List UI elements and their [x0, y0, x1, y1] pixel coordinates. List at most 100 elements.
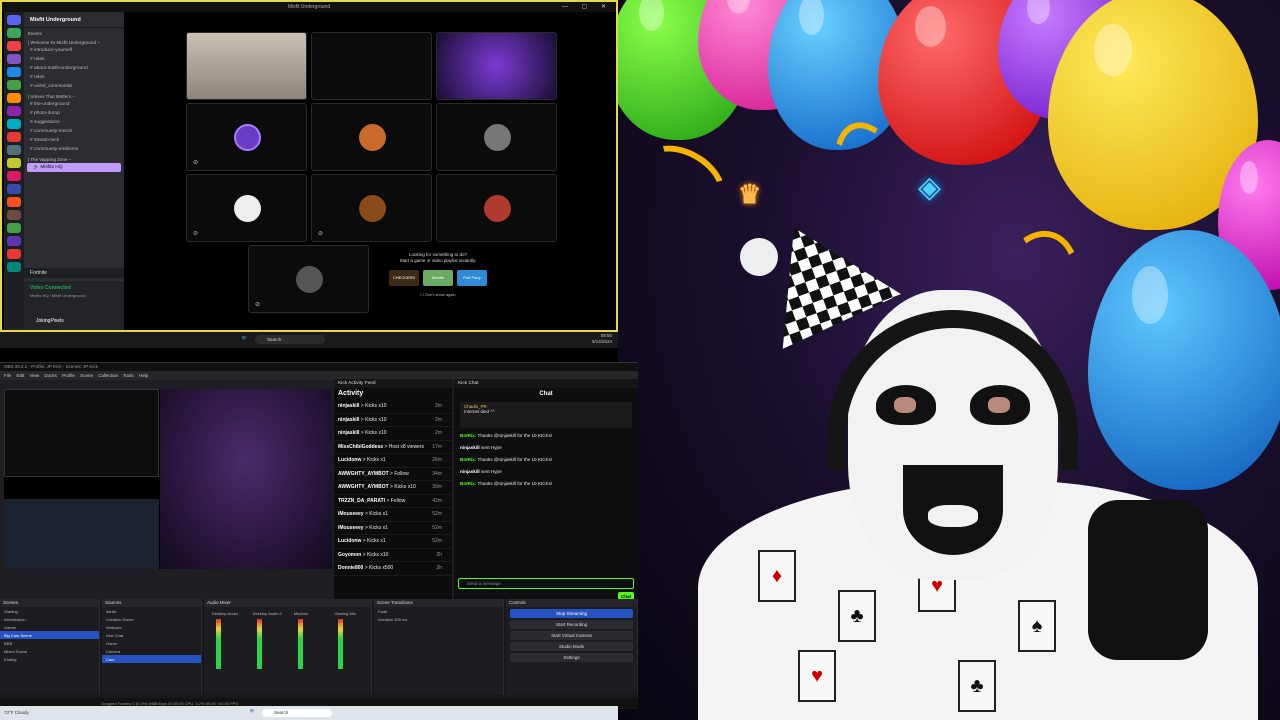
source-item[interactable]: Game — [102, 639, 201, 647]
video-tile[interactable] — [186, 32, 307, 100]
activity-row[interactable]: TRZZN_DA_PARATI > Follow 42m — [334, 495, 452, 508]
stop-streaming-button[interactable]: Stop Streaming — [510, 609, 633, 618]
activity-row[interactable]: iMouseeey > Kicks x1 52m — [334, 508, 452, 522]
source-item[interactable]: Creation Scene — [102, 615, 201, 623]
video-tile[interactable]: ⊘ — [311, 174, 432, 242]
start-recording-button[interactable]: Start Recording — [510, 620, 633, 629]
channel-item[interactable]: # stream-tech — [24, 136, 124, 145]
virtual-camera-button[interactable]: Start Virtual Camera — [510, 631, 633, 640]
activity-row[interactable]: iMouseeey > Kicks x1 52m — [334, 522, 452, 535]
server-icon[interactable] — [7, 106, 21, 116]
scene-item[interactable]: Starting — [0, 607, 99, 615]
settings-button[interactable]: Settings — [510, 653, 633, 662]
video-tile[interactable]: ⊘ — [186, 174, 307, 242]
channel-item[interactable]: # the-underground — [24, 100, 124, 109]
voice-channel-selected[interactable]: 🔊 Misfits HQ — [27, 163, 121, 172]
server-icon[interactable] — [7, 223, 21, 233]
video-tile[interactable]: ⊘ — [248, 245, 369, 313]
source-item[interactable]: Camera — [102, 647, 201, 655]
source-item-selected[interactable]: Cam — [102, 655, 201, 663]
mixer-channel[interactable]: Desktop Audio — [208, 609, 245, 671]
server-icon[interactable] — [7, 28, 21, 38]
scene-item[interactable]: Intermission — [0, 615, 99, 623]
discord-home-icon[interactable] — [7, 15, 21, 25]
channel-item[interactable]: # suggestions — [24, 118, 124, 127]
channel-item[interactable]: # unitol_communitis — [24, 82, 124, 91]
server-name[interactable]: Misfit Underground — [24, 12, 124, 28]
video-tile[interactable] — [311, 103, 432, 171]
category-events[interactable]: Events — [24, 28, 124, 37]
category-welcome[interactable]: | Welcome To Misfit Underground ~ — [24, 37, 124, 46]
mixer-channel[interactable]: Gaming Mic — [330, 609, 367, 671]
server-icon[interactable] — [7, 54, 21, 64]
server-icon[interactable] — [7, 262, 21, 272]
channel-item[interactable]: # rules — [24, 55, 124, 64]
source-item[interactable]: Alerts — [102, 607, 201, 615]
activity-row[interactable]: AWWGHTY_AYMBOT > Kicks x10 39m — [334, 481, 452, 495]
video-tile[interactable] — [436, 103, 557, 171]
activity-row[interactable]: ninjaskill > Kicks x10 2m — [334, 414, 452, 427]
taskbar-search[interactable]: Search — [262, 709, 332, 717]
server-icon[interactable] — [7, 158, 21, 168]
studio-mode-button[interactable]: Studio Mode — [510, 642, 633, 651]
fortnite-activity[interactable]: Fortnite — [24, 268, 124, 278]
activity-row[interactable]: Lucidonw > Kicks x1 26m — [334, 454, 452, 468]
activity-row[interactable]: ninjaskill > Kicks x10 2m — [334, 427, 452, 441]
user-panel[interactable]: JokingPixels — [24, 316, 124, 330]
dont-show-checkbox[interactable]: ☐ Don't show again — [378, 292, 498, 297]
channel-item[interactable]: # photo-dump — [24, 109, 124, 118]
scene-item[interactable]: Ending — [0, 655, 99, 663]
channel-item[interactable]: # community-merch — [24, 127, 124, 136]
channel-item[interactable]: # roles — [24, 73, 124, 82]
taskbar-search[interactable]: Search — [255, 335, 325, 344]
game-thumb[interactable]: Putt Party — [457, 270, 487, 286]
video-tile[interactable]: ⊘ — [186, 103, 307, 171]
activity-row[interactable]: Lucidonw > Kicks x1 52m — [334, 535, 452, 549]
server-icon[interactable] — [7, 119, 21, 129]
source-item[interactable]: Kick Chat — [102, 631, 201, 639]
category-matters[interactable]: | Unless That Matters ~ — [24, 91, 124, 100]
duration-field[interactable]: Duration 300 ms — [374, 615, 503, 623]
transition-select[interactable]: Fade — [374, 607, 503, 615]
scene-item-selected[interactable]: Big Cam Scene — [0, 631, 99, 639]
server-icon[interactable] — [7, 236, 21, 246]
video-tile[interactable] — [436, 174, 557, 242]
activity-row[interactable]: Donnie800 > Kicks x500 2h — [334, 562, 452, 576]
server-icon[interactable] — [7, 145, 21, 155]
activity-row[interactable]: ninjaskill > Kicks x10 2m — [334, 400, 452, 414]
server-icon[interactable] — [7, 197, 21, 207]
game-thumb[interactable]: CHECKERS — [389, 270, 419, 286]
channel-item[interactable]: # about-misfit-underground — [24, 64, 124, 73]
mixer-channel[interactable]: Mic/Aux — [290, 609, 327, 671]
server-icon[interactable] — [7, 93, 21, 103]
activity-row[interactable]: Goyomon > Kicks x10 2h — [334, 549, 452, 562]
server-icon[interactable] — [7, 171, 21, 181]
activity-row[interactable]: MissChibiGoddess > Host x8 viewers 17m — [334, 441, 452, 454]
scene-item[interactable]: Mixed Scene — [0, 647, 99, 655]
channel-item[interactable]: # community-emblems — [24, 145, 124, 154]
channel-item[interactable]: # introduce-yourself — [24, 46, 124, 55]
scene-item[interactable]: Gamer — [0, 623, 99, 631]
video-tile[interactable] — [311, 32, 432, 100]
chat-input[interactable]: Send a message — [458, 578, 634, 589]
server-icon[interactable] — [7, 184, 21, 194]
server-icon[interactable] — [7, 132, 21, 142]
server-icon[interactable] — [7, 249, 21, 259]
mixer-channel[interactable]: Desktop Audio 2 — [249, 609, 286, 671]
obs-preview[interactable] — [4, 389, 332, 569]
game-thumb[interactable]: Wordle — [423, 270, 453, 286]
windows-start-icon[interactable]: ⊞ — [242, 335, 246, 341]
activity-row[interactable]: AWWGHTY_AYMBOT > Follow 34m — [334, 468, 452, 481]
server-icon[interactable] — [7, 210, 21, 220]
windows-start-icon[interactable]: ⊞ — [250, 708, 254, 714]
server-icon[interactable] — [7, 80, 21, 90]
video-tile[interactable] — [436, 32, 557, 100]
pinned-message[interactable]: Chadis_PR Internet died ^^ — [460, 402, 632, 428]
window-controls[interactable]: — ▢ ✕ — [562, 3, 612, 10]
server-icon[interactable] — [7, 67, 21, 77]
category-vapping[interactable]: | The Vapping Zone ~ — [24, 154, 124, 163]
scene-item[interactable]: BRB — [0, 639, 99, 647]
server-icon[interactable] — [7, 41, 21, 51]
weather[interactable]: 73°F Cloudy — [4, 710, 29, 715]
source-item[interactable]: Webcam — [102, 623, 201, 631]
